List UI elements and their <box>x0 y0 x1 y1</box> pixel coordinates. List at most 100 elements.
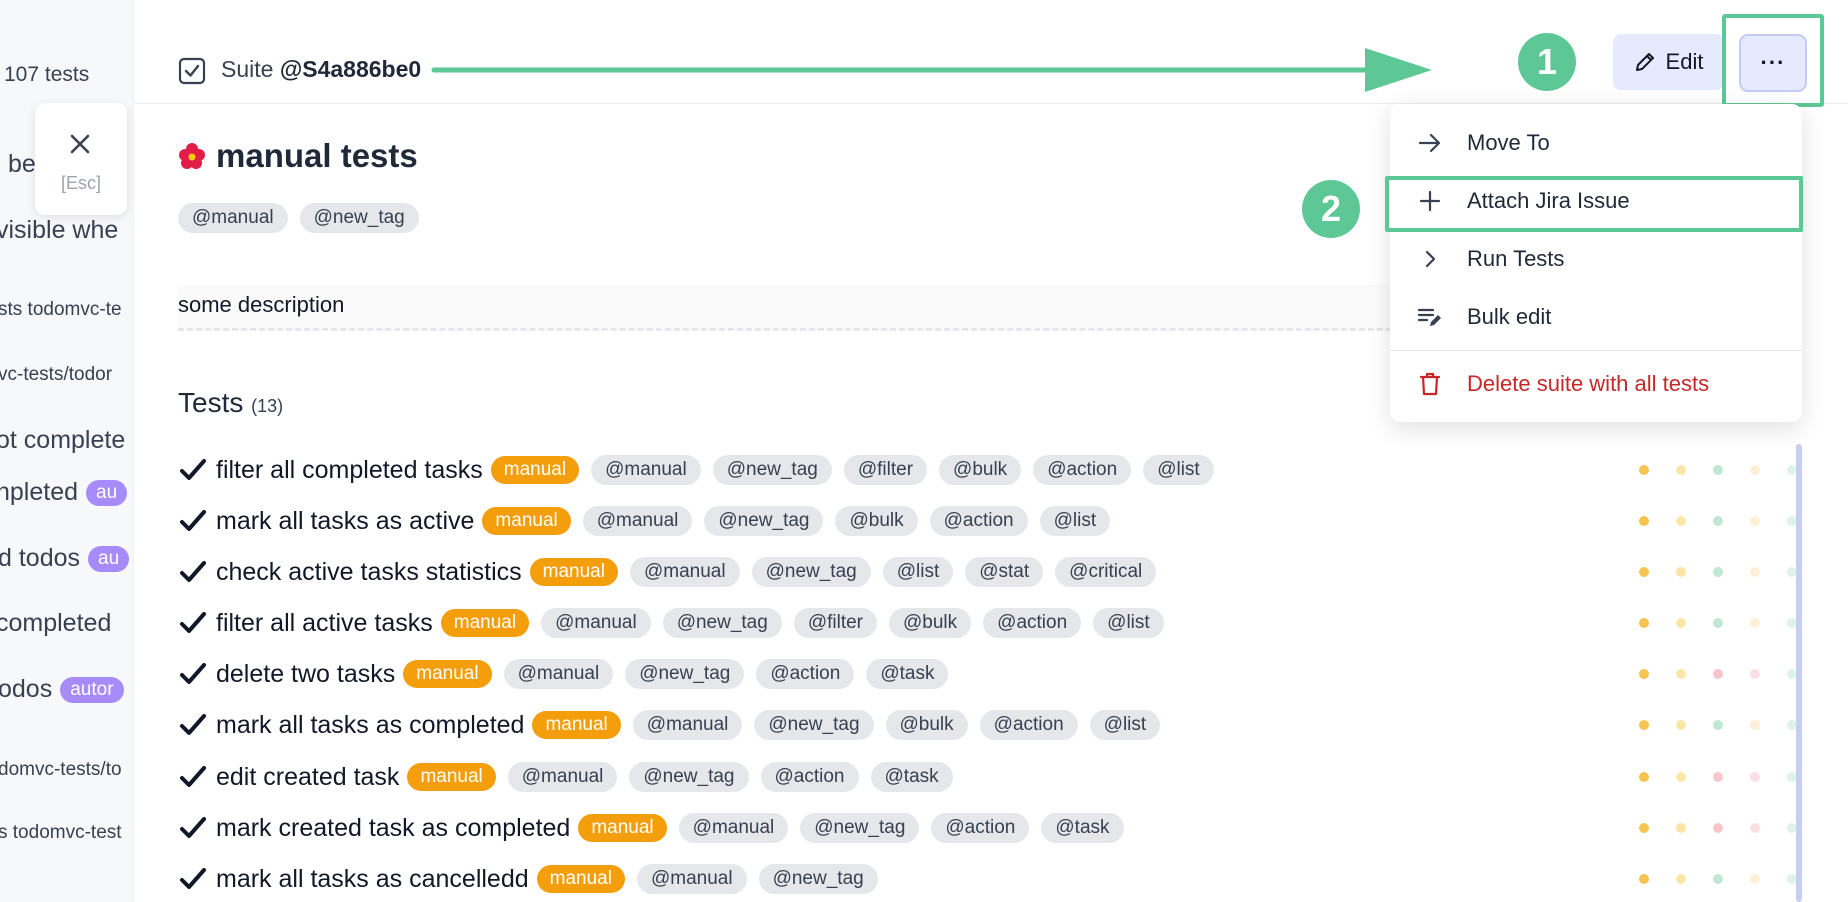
test-tag[interactable]: @list <box>1143 455 1214 485</box>
test-row[interactable]: mark all tasks as completed manual @manual… <box>178 708 1798 742</box>
test-tag[interactable]: @manual <box>591 455 701 485</box>
menu-divider <box>1390 350 1802 351</box>
test-tag[interactable]: @manual <box>632 710 743 740</box>
run-history-dots <box>1639 555 1797 589</box>
test-tag[interactable]: @manual <box>636 864 747 894</box>
suite-tag[interactable]: @manual <box>178 203 288 233</box>
list-item[interactable]: odos autor <box>0 675 124 704</box>
checkmark-icon <box>180 817 206 838</box>
list-item[interactable]: be <box>8 150 36 179</box>
suite-tag[interactable]: @new_tag <box>299 203 419 233</box>
manual-badge: manual <box>532 711 621 739</box>
test-tag[interactable]: @manual <box>503 659 614 689</box>
test-row[interactable]: delete two tasks manual @manual @new_tag @ac… <box>178 657 1798 691</box>
menu-item-bulk-edit[interactable]: Bulk edit <box>1390 288 1802 346</box>
test-title[interactable]: filter all active tasks <box>216 609 433 638</box>
test-tag[interactable]: @new_tag <box>704 506 824 536</box>
edit-button[interactable]: Edit <box>1613 34 1724 90</box>
test-tag[interactable]: @task <box>870 762 953 792</box>
test-tag[interactable]: @action <box>931 813 1030 843</box>
test-tag[interactable]: @action <box>983 608 1082 638</box>
test-tag[interactable]: @manual <box>629 557 740 587</box>
manual-badge: manual <box>578 814 667 842</box>
test-tag[interactable]: @task <box>1041 813 1124 843</box>
run-status-dot <box>1676 823 1686 833</box>
test-tag[interactable]: @action <box>756 659 855 689</box>
test-tag[interactable]: @manual <box>507 762 618 792</box>
test-row[interactable]: edit created task manual @manual @new_tag @a… <box>178 760 1798 794</box>
scrollbar[interactable] <box>1796 444 1802 902</box>
suite-checkbox-icon <box>178 57 206 85</box>
run-status-dot <box>1676 465 1686 475</box>
test-tag[interactable]: @new_tag <box>712 455 832 485</box>
test-tag[interactable]: @manual <box>582 506 693 536</box>
test-tag[interactable]: @action <box>979 710 1078 740</box>
list-item-path: domvc-tests/to <box>0 759 122 780</box>
test-tag[interactable]: @new_tag <box>758 864 878 894</box>
test-tag[interactable]: @list <box>882 557 954 587</box>
test-title[interactable]: filter all completed tasks <box>216 456 483 485</box>
test-title[interactable]: mark all tasks as completed <box>216 711 524 740</box>
run-status-dot <box>1750 567 1760 577</box>
test-tag[interactable]: @bulk <box>889 608 972 638</box>
list-item[interactable]: visible whe <box>0 216 118 245</box>
test-tag[interactable]: @critical <box>1055 557 1157 587</box>
run-history-dots <box>1639 760 1797 794</box>
auto-chip: autor <box>60 677 124 704</box>
test-tag[interactable]: @action <box>760 762 859 792</box>
test-tag[interactable]: @bulk <box>885 710 968 740</box>
test-row[interactable]: mark all tasks as cancelledd manual @manua… <box>178 862 1798 896</box>
more-options-button[interactable]: ··· <box>1739 34 1807 92</box>
test-title[interactable]: check active tasks statistics <box>216 558 522 587</box>
test-title[interactable]: mark all tasks as cancelledd <box>216 865 529 894</box>
run-status-dot <box>1639 618 1649 628</box>
test-row[interactable]: mark all tasks as active manual @manual @ne… <box>178 504 1798 538</box>
run-status-dot <box>1713 567 1723 577</box>
test-tag[interactable]: @task <box>866 659 949 689</box>
test-title[interactable]: delete two tasks <box>216 660 395 689</box>
test-row[interactable]: mark created task as completed manual @man… <box>178 811 1798 845</box>
test-tag[interactable]: @new_tag <box>662 608 782 638</box>
run-status-dot <box>1676 772 1686 782</box>
run-status-dot <box>1676 567 1686 577</box>
test-tag[interactable]: @new_tag <box>754 710 874 740</box>
run-status-dot <box>1750 516 1760 526</box>
test-tag[interactable]: @list <box>1039 506 1111 536</box>
list-item[interactable]: completed <box>0 609 111 638</box>
list-item[interactable]: d todos au <box>0 544 130 573</box>
close-panel-button[interactable]: [Esc] <box>35 103 127 215</box>
test-tag[interactable]: @filter <box>793 608 877 638</box>
test-title[interactable]: mark all tasks as active <box>216 507 474 536</box>
run-status-dot <box>1639 567 1649 577</box>
test-tag[interactable]: @list <box>1089 710 1161 740</box>
list-item[interactable]: npleted au <box>0 478 128 507</box>
test-row[interactable]: check active tasks statistics manual @manu… <box>178 555 1798 589</box>
list-item[interactable]: ot complete <box>0 426 125 455</box>
test-title[interactable]: edit created task <box>216 763 399 792</box>
test-tag[interactable]: @manual <box>678 813 789 843</box>
test-tag[interactable]: @filter <box>843 455 928 485</box>
test-tag[interactable]: @action <box>1033 455 1132 485</box>
menu-item-delete-suite[interactable]: Delete suite with all tests <box>1390 355 1802 413</box>
suite-description: some description <box>178 285 1518 331</box>
test-row[interactable]: filter all active tasks manual @manual @new… <box>178 606 1798 640</box>
test-tag[interactable]: @new_tag <box>800 813 920 843</box>
menu-item-run-tests[interactable]: Run Tests <box>1390 230 1802 288</box>
test-tag[interactable]: @list <box>1093 608 1164 638</box>
test-tag[interactable]: @new_tag <box>625 659 745 689</box>
run-status-dot <box>1713 465 1723 475</box>
menu-item-move-to[interactable]: Move To <box>1390 114 1802 172</box>
test-tag[interactable]: @stat <box>965 557 1044 587</box>
attach-jira-highlight <box>1385 176 1803 232</box>
test-title[interactable]: mark created task as completed <box>216 814 570 843</box>
test-tag[interactable]: @new_tag <box>629 762 749 792</box>
test-tag[interactable]: @new_tag <box>751 557 871 587</box>
test-tag[interactable]: @action <box>929 506 1028 536</box>
test-tag[interactable]: @bulk <box>835 506 918 536</box>
tests-heading: Tests (13) <box>178 387 284 418</box>
test-tag[interactable]: @manual <box>541 608 651 638</box>
run-status-dot <box>1713 823 1723 833</box>
run-status-dot <box>1713 720 1723 730</box>
test-tag[interactable]: @bulk <box>939 455 1022 485</box>
test-row[interactable]: filter all completed tasks manual @manual @… <box>178 453 1798 487</box>
